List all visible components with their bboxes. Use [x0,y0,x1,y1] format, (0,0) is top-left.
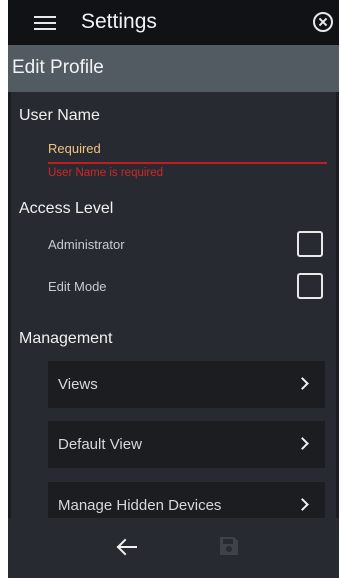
save-icon[interactable] [219,536,239,556]
back-arrow-icon[interactable] [115,538,137,556]
nav-item-manage-hidden-devices[interactable]: Manage Hidden Devices [48,482,325,518]
bottom-bar [8,518,339,578]
nav-item-default-view[interactable]: Default View [48,421,325,468]
close-icon[interactable] [313,12,333,32]
menu-icon[interactable] [34,16,56,30]
administrator-label: Administrator [48,237,125,252]
app-title: Settings [81,10,157,33]
top-bar: Settings [8,0,339,45]
management-label: Management [19,330,113,347]
user-name-field[interactable]: Required [48,140,327,164]
app-frame: Settings Edit Profile User Name Required… [8,0,339,578]
access-level-label: Access Level [19,200,114,217]
page-title: Edit Profile [12,57,104,78]
user-name-error: User Name is required [48,167,164,179]
edit-profile-panel: User Name Required User Name is required… [11,92,336,518]
nav-item-label: Default View [58,436,142,453]
user-name-label: User Name [19,107,100,124]
chevron-right-icon [296,498,309,511]
chevron-right-icon [296,437,309,450]
nav-item-label: Manage Hidden Devices [58,497,222,514]
edit-mode-label: Edit Mode [48,279,107,294]
nav-item-views[interactable]: Views [48,361,325,408]
page-header: Edit Profile [8,45,339,92]
user-name-value: Required [48,141,101,156]
administrator-checkbox[interactable] [297,231,323,257]
nav-item-label: Views [58,376,98,393]
edit-mode-checkbox[interactable] [297,273,323,299]
chevron-right-icon [296,377,309,390]
